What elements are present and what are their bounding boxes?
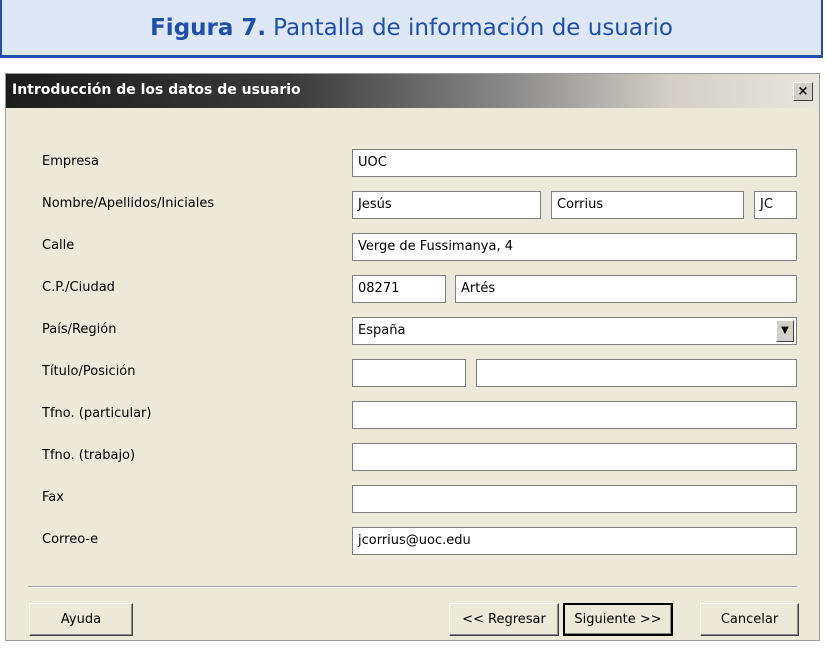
correo-label: Correo-e	[42, 532, 99, 547]
fax-label: Fax	[42, 490, 64, 505]
button-separator	[28, 586, 797, 588]
tfno-trabajo-label: Tfno. (trabajo)	[42, 448, 136, 463]
posicion-input[interactable]	[476, 359, 797, 387]
tfno-particular-label: Tfno. (particular)	[42, 406, 152, 421]
nombre-input[interactable]: Jesús	[352, 191, 541, 219]
titulo-label: Título/Posición	[42, 364, 136, 379]
pais-label: País/Región	[42, 322, 117, 337]
cp-input[interactable]: 08271	[352, 275, 446, 303]
user-info-dialog: Introducción de los datos de usuario × E…	[5, 73, 820, 641]
figure-caption: Figura 7. Pantalla de información de usu…	[0, 0, 823, 58]
calle-input[interactable]: Verge de Fussimanya, 4	[352, 233, 797, 261]
chevron-down-icon: ▼	[781, 325, 789, 336]
dialog-title: Introducción de los datos de usuario	[12, 82, 301, 98]
ayuda-button[interactable]: Ayuda	[29, 603, 133, 636]
pais-value: España	[358, 323, 406, 338]
correo-input[interactable]: jcorrius@uoc.edu	[352, 527, 797, 555]
regresar-button[interactable]: << Regresar	[449, 603, 559, 636]
calle-label: Calle	[42, 238, 75, 253]
apellidos-input[interactable]: Corrius	[551, 191, 744, 219]
close-icon: ×	[797, 84, 809, 99]
fax-input[interactable]	[352, 485, 797, 513]
figure-title: Pantalla de información de usuario	[273, 14, 673, 41]
dialog-titlebar[interactable]: Introducción de los datos de usuario ×	[6, 74, 819, 108]
close-button[interactable]: ×	[793, 82, 813, 101]
figure-number: Figura 7.	[150, 14, 267, 41]
iniciales-input[interactable]: JC	[754, 191, 797, 219]
tfno-particular-input[interactable]	[352, 401, 797, 429]
ciudad-input[interactable]: Artés	[455, 275, 797, 303]
cancelar-button[interactable]: Cancelar	[700, 603, 799, 636]
siguiente-button[interactable]: Siguiente >>	[563, 603, 673, 636]
pais-select[interactable]: España ▼	[352, 317, 797, 345]
nombre-label: Nombre/Apellidos/Iniciales	[42, 196, 215, 211]
dropdown-button[interactable]: ▼	[776, 320, 794, 342]
titulo-input[interactable]	[352, 359, 466, 387]
tfno-trabajo-input[interactable]	[352, 443, 797, 471]
empresa-input[interactable]: UOC	[352, 149, 797, 177]
cp-ciudad-label: C.P./Ciudad	[42, 280, 115, 295]
empresa-label: Empresa	[42, 154, 99, 169]
